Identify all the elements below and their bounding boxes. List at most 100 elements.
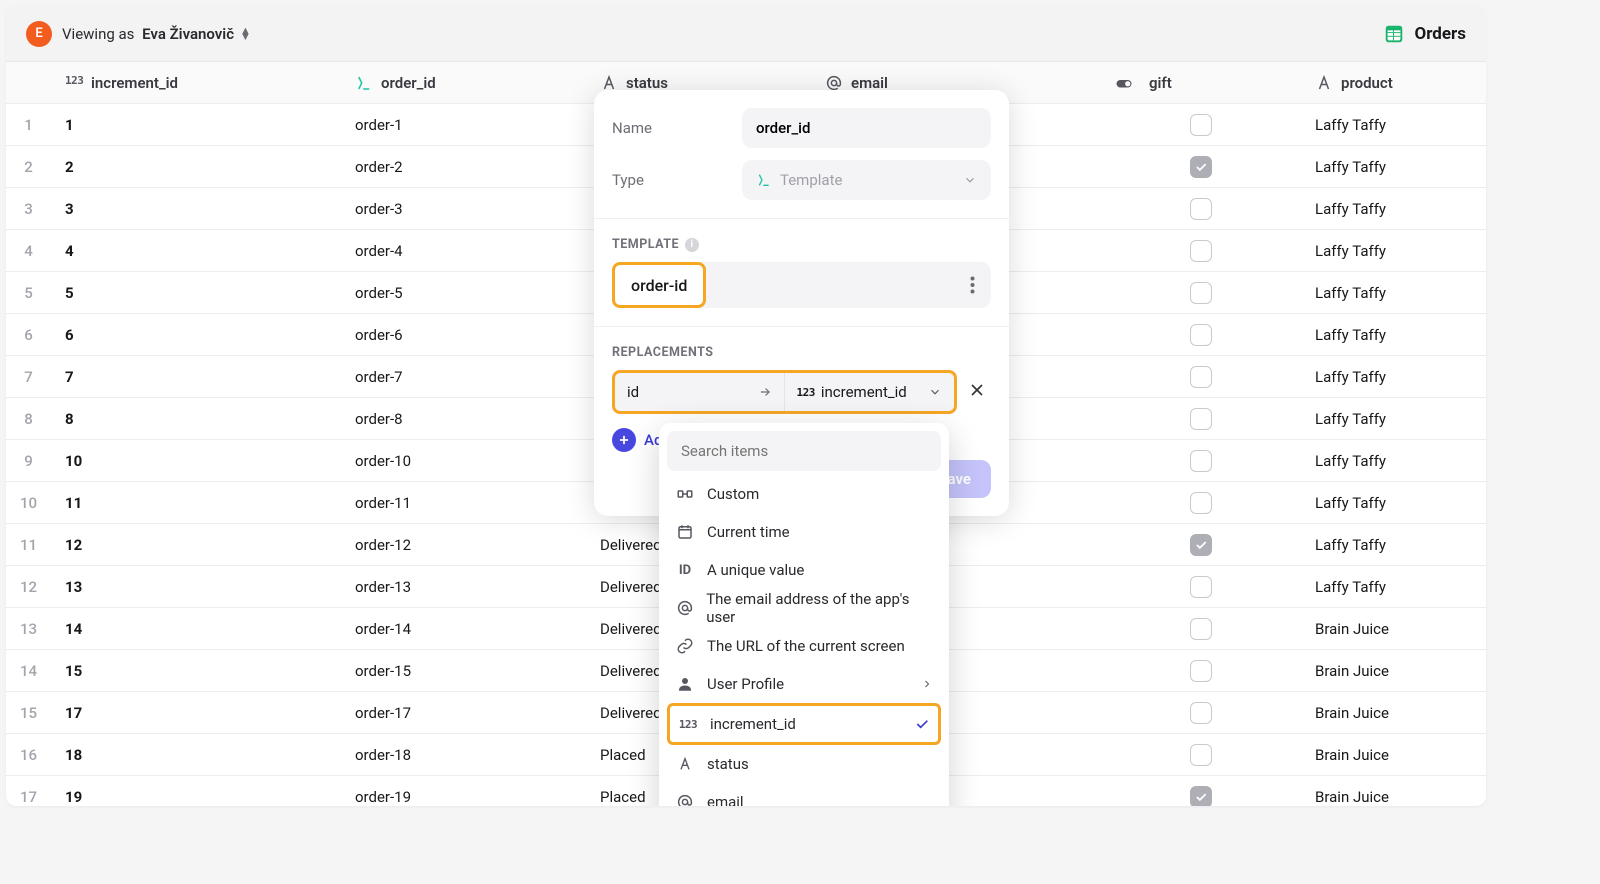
gift-checkbox[interactable]: [1190, 156, 1212, 178]
row-number: 1: [6, 104, 51, 145]
cell-order: order-12: [341, 524, 586, 565]
gift-checkbox[interactable]: [1190, 366, 1212, 388]
cell-increment: 19: [51, 776, 341, 806]
cell-gift[interactable]: [1101, 440, 1301, 481]
col-increment[interactable]: 123 increment_id: [51, 62, 341, 103]
gift-checkbox[interactable]: [1190, 660, 1212, 682]
cell-product: Laffy Taffy: [1301, 356, 1486, 397]
col-gift[interactable]: gift: [1101, 62, 1301, 103]
time-icon: [675, 523, 695, 541]
cell-gift[interactable]: [1101, 524, 1301, 565]
replacement-key[interactable]: id: [615, 373, 785, 411]
cell-increment: 18: [51, 734, 341, 775]
cell-gift[interactable]: [1101, 734, 1301, 775]
cell-increment: 13: [51, 566, 341, 607]
page-title: Orders: [1383, 23, 1467, 45]
cell-product: Brain Juice: [1301, 608, 1486, 649]
at-icon: [825, 74, 843, 92]
dropdown-search-input[interactable]: [667, 431, 941, 471]
col-order[interactable]: order_id: [341, 62, 586, 103]
cell-gift[interactable]: [1101, 776, 1301, 806]
dropdown-item[interactable]: status: [667, 745, 941, 783]
dropdown-item[interactable]: The email address of the app's user: [667, 589, 941, 627]
cell-increment: 7: [51, 356, 341, 397]
viewing-as[interactable]: E Viewing as Eva Živanovič ▲▼: [26, 21, 251, 47]
cell-gift[interactable]: [1101, 566, 1301, 607]
gift-checkbox[interactable]: [1190, 786, 1212, 807]
dropdown-item[interactable]: ID A unique value: [667, 551, 941, 589]
row-number: 5: [6, 272, 51, 313]
cell-gift[interactable]: [1101, 272, 1301, 313]
gift-checkbox[interactable]: [1190, 282, 1212, 304]
dropdown-item-label: The email address of the app's user: [706, 590, 933, 626]
cell-increment: 2: [51, 146, 341, 187]
cell-gift[interactable]: [1101, 482, 1301, 523]
arrow-icon: [758, 385, 772, 399]
gift-checkbox[interactable]: [1190, 408, 1212, 430]
cell-gift[interactable]: [1101, 230, 1301, 271]
cell-product: Brain Juice: [1301, 776, 1486, 806]
cell-gift[interactable]: [1101, 398, 1301, 439]
gift-checkbox[interactable]: [1190, 114, 1212, 136]
dropdown-item[interactable]: The URL of the current screen: [667, 627, 941, 665]
chevron-right-icon: [921, 678, 933, 690]
kebab-icon[interactable]: [954, 276, 991, 294]
template-chip[interactable]: order-id: [612, 262, 706, 308]
cell-gift[interactable]: [1101, 692, 1301, 733]
chevron-down-icon: [928, 385, 942, 399]
cell-increment: 8: [51, 398, 341, 439]
cell-increment: 5: [51, 272, 341, 313]
row-number: 17: [6, 776, 51, 806]
chevron-updown-icon: ▲▼: [240, 28, 251, 40]
cell-gift[interactable]: [1101, 650, 1301, 691]
number-icon: 123: [65, 74, 83, 92]
cell-order: order-4: [341, 230, 586, 271]
cell-product: Brain Juice: [1301, 692, 1486, 733]
dropdown-item[interactable]: email: [667, 783, 941, 806]
cell-gift[interactable]: [1101, 104, 1301, 145]
row-number: 2: [6, 146, 51, 187]
col-product[interactable]: product: [1301, 62, 1486, 103]
gift-checkbox[interactable]: [1190, 198, 1212, 220]
dropdown-item-label: Custom: [707, 485, 759, 503]
cell-product: Brain Juice: [1301, 734, 1486, 775]
dropdown-item[interactable]: Custom: [667, 475, 941, 513]
topbar: E Viewing as Eva Živanovič ▲▼ Orders: [6, 6, 1486, 62]
cell-gift[interactable]: [1101, 146, 1301, 187]
cell-gift[interactable]: [1101, 188, 1301, 229]
cell-gift[interactable]: [1101, 314, 1301, 355]
gift-checkbox[interactable]: [1190, 534, 1212, 556]
gift-checkbox[interactable]: [1190, 492, 1212, 514]
gift-checkbox[interactable]: [1190, 240, 1212, 262]
row-number: 12: [6, 566, 51, 607]
gift-checkbox[interactable]: [1190, 618, 1212, 640]
gift-checkbox[interactable]: [1190, 576, 1212, 598]
row-number: 9: [6, 440, 51, 481]
dropdown-item[interactable]: User Profile: [667, 665, 941, 703]
replacements-section-label: REPLACEMENTS: [612, 345, 991, 360]
cell-order: order-3: [341, 188, 586, 229]
type-select[interactable]: Template: [742, 160, 991, 200]
info-icon[interactable]: i: [685, 238, 699, 252]
cell-order: order-17: [341, 692, 586, 733]
cell-increment: 11: [51, 482, 341, 523]
template-input-row[interactable]: order-id: [612, 262, 991, 308]
name-input[interactable]: [742, 108, 991, 148]
dropdown-item[interactable]: 123 increment_id: [667, 703, 941, 745]
cell-gift[interactable]: [1101, 608, 1301, 649]
cell-order: order-14: [341, 608, 586, 649]
cell-product: Laffy Taffy: [1301, 482, 1486, 523]
dropdown-item[interactable]: Current time: [667, 513, 941, 551]
gift-checkbox[interactable]: [1190, 744, 1212, 766]
row-number: 15: [6, 692, 51, 733]
cell-gift[interactable]: [1101, 356, 1301, 397]
replacement-value-dropdown: Custom Current time ID A unique value Th…: [659, 423, 949, 806]
gift-checkbox[interactable]: [1190, 702, 1212, 724]
remove-replacement-button[interactable]: [967, 380, 991, 404]
cell-order: order-1: [341, 104, 586, 145]
cell-order: order-5: [341, 272, 586, 313]
gift-checkbox[interactable]: [1190, 450, 1212, 472]
gift-checkbox[interactable]: [1190, 324, 1212, 346]
replacement-value[interactable]: 123 increment_id: [785, 373, 955, 411]
avatar: E: [26, 21, 52, 47]
